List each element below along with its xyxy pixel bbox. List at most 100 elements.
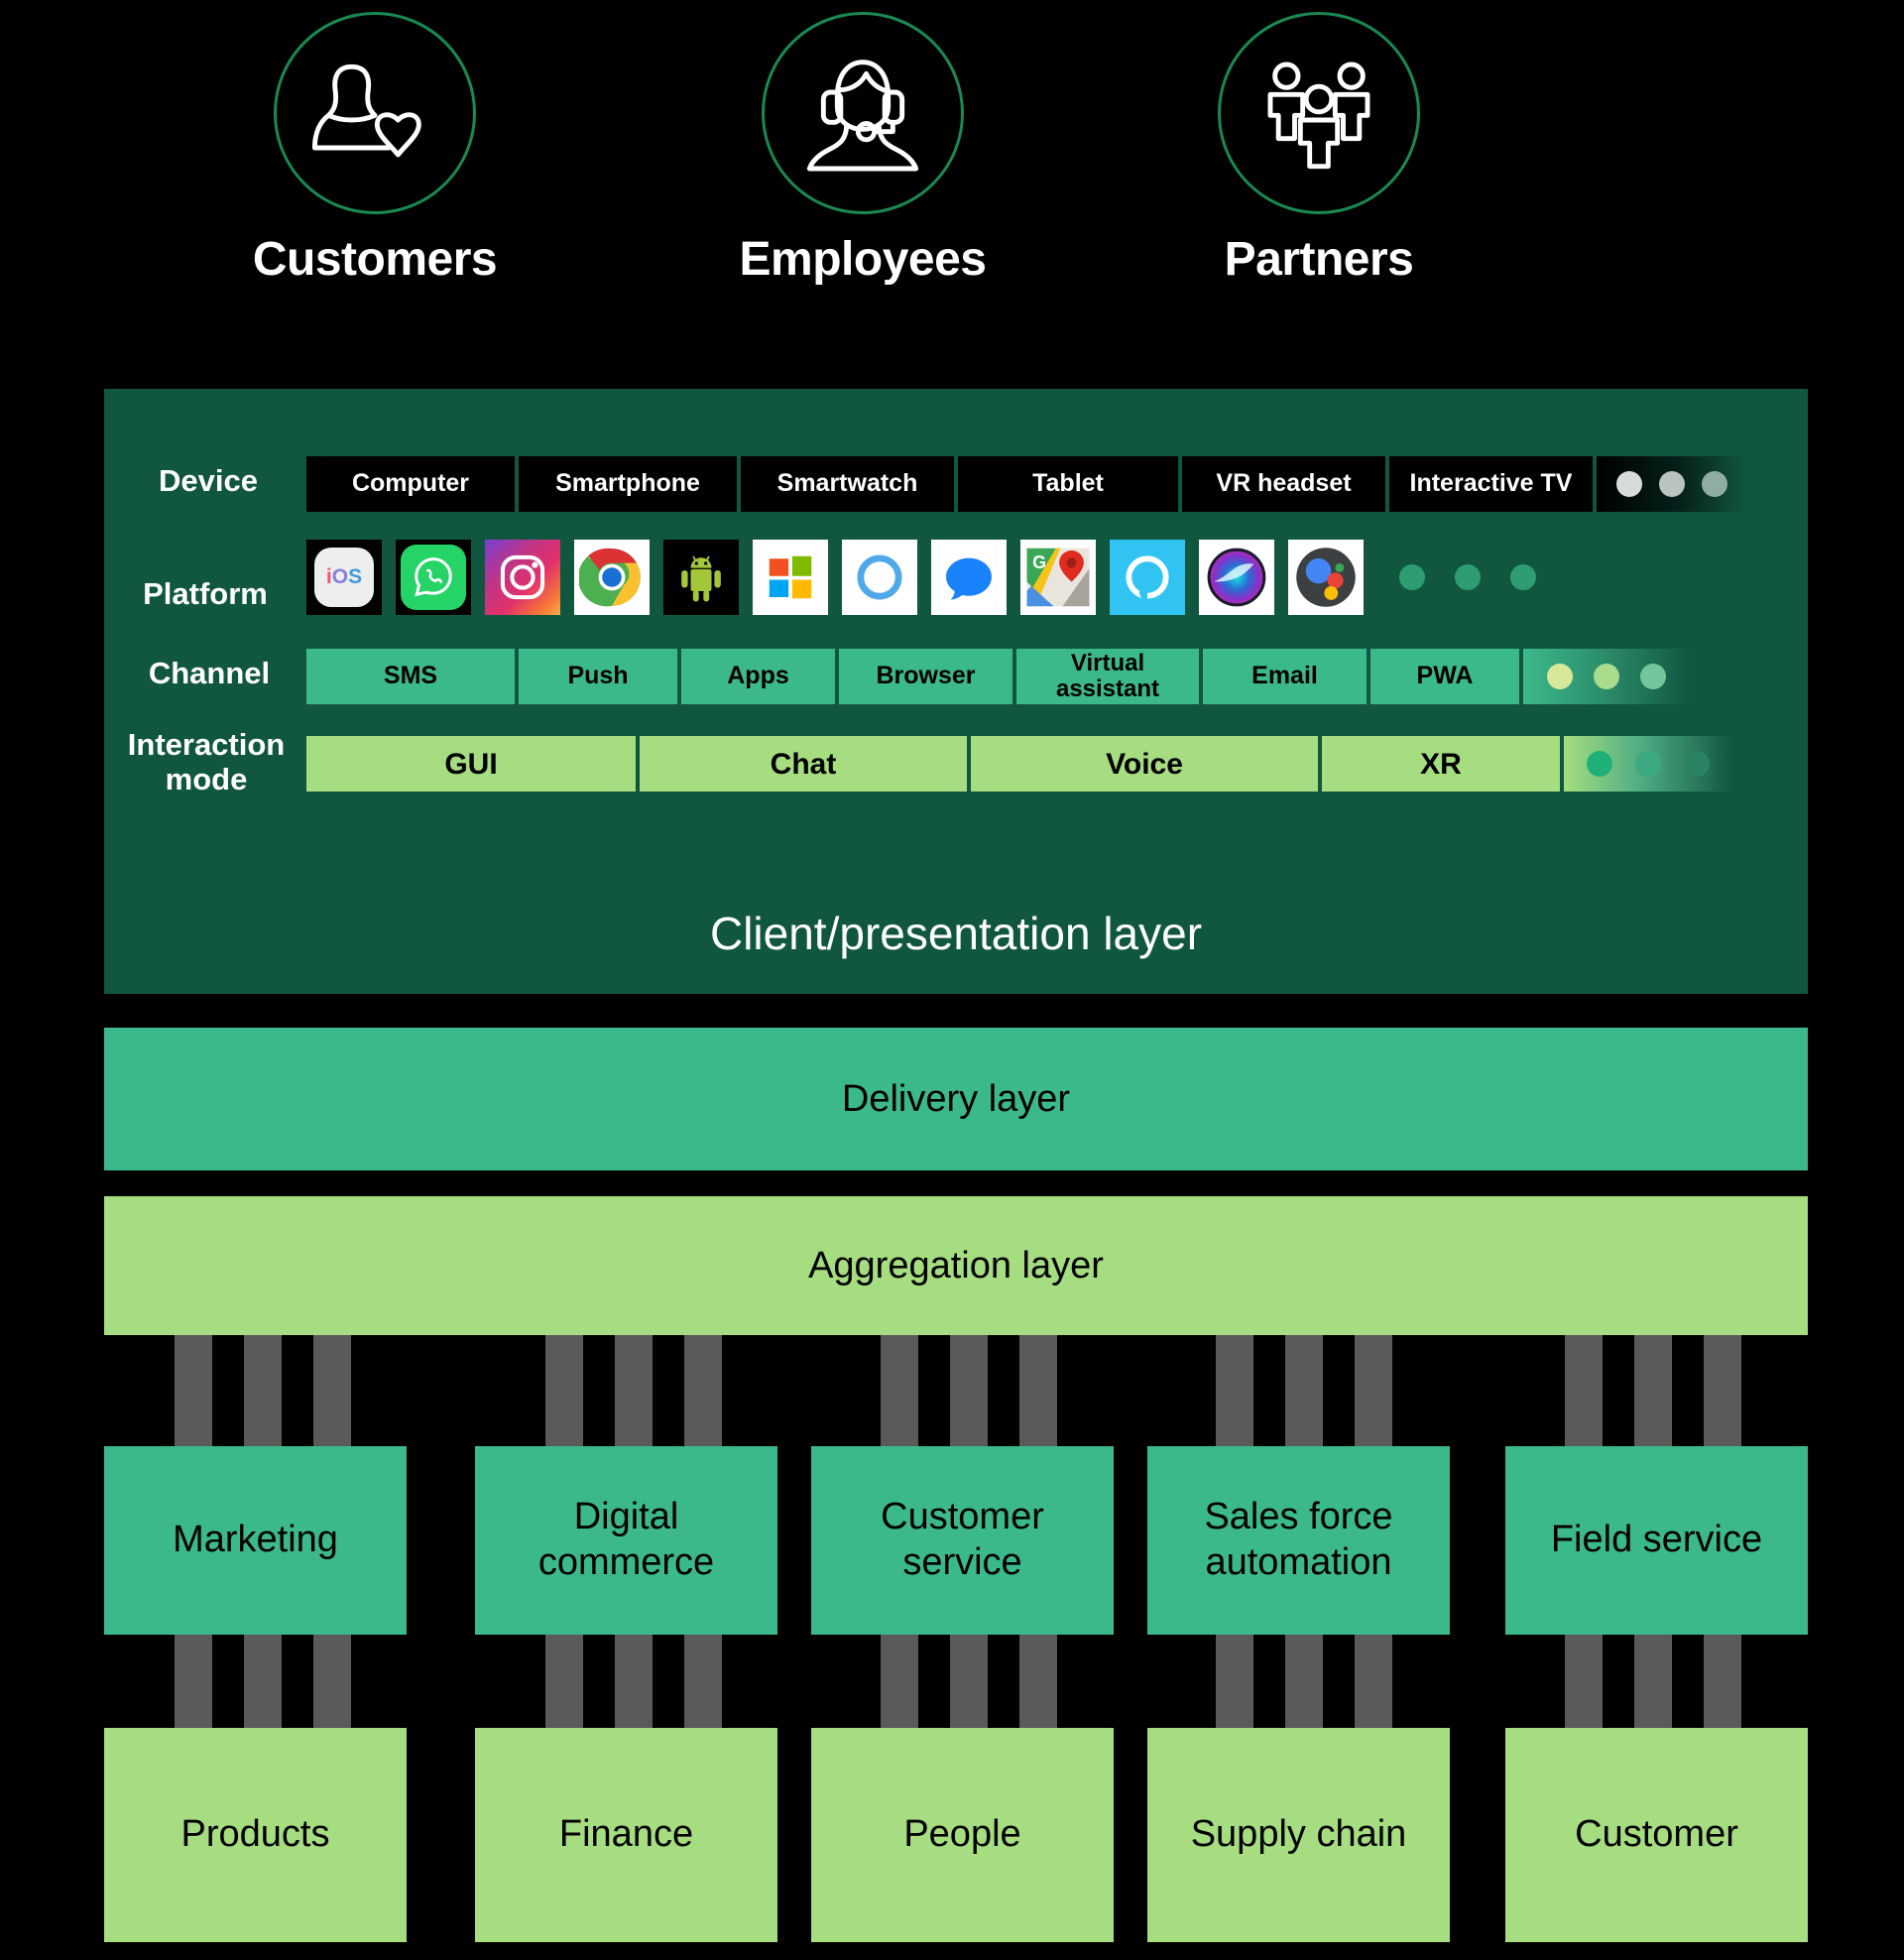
- connector-bar: [244, 1335, 282, 1446]
- service-box-label: Customer service: [881, 1496, 1044, 1583]
- alexa-icon[interactable]: [1110, 540, 1185, 615]
- row-label-interaction-mode: Interaction mode: [127, 727, 286, 796]
- device-chip-computer[interactable]: Computer: [306, 456, 515, 512]
- connector-bar: [1019, 1335, 1057, 1446]
- overflow-dot: [1547, 664, 1574, 689]
- channel-chip-browser[interactable]: Browser: [839, 649, 1012, 704]
- interaction-chip-xr[interactable]: XR: [1322, 736, 1560, 792]
- service-box-marketing[interactable]: Marketing: [104, 1446, 407, 1635]
- cortana-icon[interactable]: [842, 540, 917, 615]
- service-box-label: Marketing: [173, 1519, 338, 1561]
- data-box-people[interactable]: People: [811, 1728, 1114, 1942]
- channel-chip-apps[interactable]: Apps: [681, 649, 835, 704]
- interaction-chip-chat[interactable]: Chat: [640, 736, 967, 792]
- persona-circle-employees: [762, 12, 964, 214]
- platform-row: iOS G: [306, 540, 1536, 615]
- device-chip-interactive-tv[interactable]: Interactive TV: [1389, 456, 1593, 512]
- channel-chip-push[interactable]: Push: [519, 649, 677, 704]
- device-chip-smartphone[interactable]: Smartphone: [519, 456, 737, 512]
- interaction-row: GUI Chat Voice XR: [306, 736, 1732, 792]
- google-maps-icon[interactable]: G: [1020, 540, 1096, 615]
- persona-circle-partners: [1218, 12, 1420, 214]
- connector-bar: [684, 1335, 722, 1446]
- interaction-overflow-dots: [1564, 736, 1732, 792]
- data-box-supply-chain[interactable]: Supply chain: [1147, 1728, 1450, 1942]
- service-box-digital-commerce[interactable]: Digital commerce: [475, 1446, 777, 1635]
- connector-bar: [1216, 1335, 1253, 1446]
- delivery-layer-label: Delivery layer: [841, 1077, 1071, 1120]
- data-box-customer[interactable]: Customer: [1505, 1728, 1808, 1942]
- instagram-icon[interactable]: [485, 540, 560, 615]
- channel-chip-sms[interactable]: SMS: [306, 649, 515, 704]
- connector-bar: [313, 1635, 351, 1728]
- client-presentation-panel: Device Computer Smartphone Smartwatch Ta…: [104, 389, 1808, 994]
- overflow-dot: [1593, 664, 1619, 689]
- overflow-dot: [1658, 471, 1685, 497]
- platform-overflow-dots: [1399, 564, 1536, 590]
- row-label-channel: Channel: [148, 656, 271, 690]
- service-box-sales-force-automation[interactable]: Sales force automation: [1147, 1446, 1450, 1635]
- android-icon[interactable]: [663, 540, 739, 615]
- chrome-icon[interactable]: [574, 540, 650, 615]
- aggregation-layer-label: Aggregation layer: [808, 1244, 1104, 1286]
- windows-icon[interactable]: [753, 540, 828, 615]
- service-box-field-service[interactable]: Field service: [1505, 1446, 1808, 1635]
- client-panel-title: Client/presentation layer: [709, 908, 1203, 959]
- google-assistant-icon[interactable]: [1288, 540, 1364, 615]
- service-box-label: Sales force automation: [1204, 1496, 1393, 1583]
- siri-icon[interactable]: [1199, 540, 1274, 615]
- connector-bar: [1355, 1335, 1392, 1446]
- connector-bar: [1565, 1635, 1603, 1728]
- service-box-label: Field service: [1550, 1519, 1763, 1561]
- persona-label: Partners: [1224, 233, 1414, 286]
- data-box-finance[interactable]: Finance: [475, 1728, 777, 1942]
- connector-bar: [244, 1635, 282, 1728]
- channel-chip-email[interactable]: Email: [1203, 649, 1367, 704]
- connector-bar: [175, 1335, 212, 1446]
- row-label-device: Device: [159, 463, 258, 498]
- device-row: Computer Smartphone Smartwatch Tablet VR…: [306, 456, 1747, 512]
- overflow-dot: [1587, 751, 1613, 777]
- ios-icon[interactable]: iOS: [306, 540, 382, 615]
- connector-bar: [545, 1635, 583, 1728]
- connector-bar: [313, 1335, 351, 1446]
- overflow-dot: [1683, 751, 1710, 777]
- delivery-layer-bar: Delivery layer: [104, 1028, 1808, 1170]
- device-chip-smartwatch[interactable]: Smartwatch: [741, 456, 954, 512]
- connector-bar: [545, 1335, 583, 1446]
- overflow-dot: [1510, 564, 1536, 590]
- data-box-label: Customer: [1575, 1813, 1738, 1856]
- channel-chip-pwa[interactable]: PWA: [1370, 649, 1519, 704]
- connector-bar: [950, 1335, 988, 1446]
- personas-row: Customers Employees Partners: [0, 0, 1904, 347]
- headset-agent-icon: [806, 60, 919, 172]
- persona-label: Employees: [739, 233, 987, 286]
- whatsapp-icon[interactable]: [396, 540, 471, 615]
- connector-bar: [1216, 1635, 1253, 1728]
- persona-label: Customers: [252, 233, 498, 286]
- connector-bar: [684, 1635, 722, 1728]
- persona-circle-customers: [274, 12, 476, 214]
- messages-icon[interactable]: [931, 540, 1007, 615]
- interaction-chip-gui[interactable]: GUI: [306, 736, 636, 792]
- persona-partners: Partners: [1111, 0, 1527, 287]
- device-chip-tablet[interactable]: Tablet: [958, 456, 1178, 512]
- overflow-dot: [1616, 471, 1643, 497]
- service-box-customer-service[interactable]: Customer service: [811, 1446, 1114, 1635]
- three-people-icon: [1267, 61, 1370, 170]
- persona-customers: Customers: [167, 0, 583, 287]
- connector-bar: [1634, 1335, 1672, 1446]
- interaction-chip-voice[interactable]: Voice: [971, 736, 1318, 792]
- overflow-dot: [1634, 751, 1661, 777]
- connector-bar: [175, 1635, 212, 1728]
- persona-employees: Employees: [654, 0, 1071, 287]
- data-box-label: People: [903, 1813, 1021, 1856]
- device-overflow-dots: [1597, 456, 1747, 512]
- connector-bar: [615, 1335, 653, 1446]
- channel-chip-virtual-assistant[interactable]: Virtual assistant: [1016, 649, 1199, 704]
- service-box-label: Digital commerce: [537, 1496, 715, 1583]
- person-heart-icon: [311, 63, 421, 158]
- aggregation-layer-bar: Aggregation layer: [104, 1196, 1808, 1335]
- device-chip-vr-headset[interactable]: VR headset: [1182, 456, 1385, 512]
- data-box-products[interactable]: Products: [104, 1728, 407, 1942]
